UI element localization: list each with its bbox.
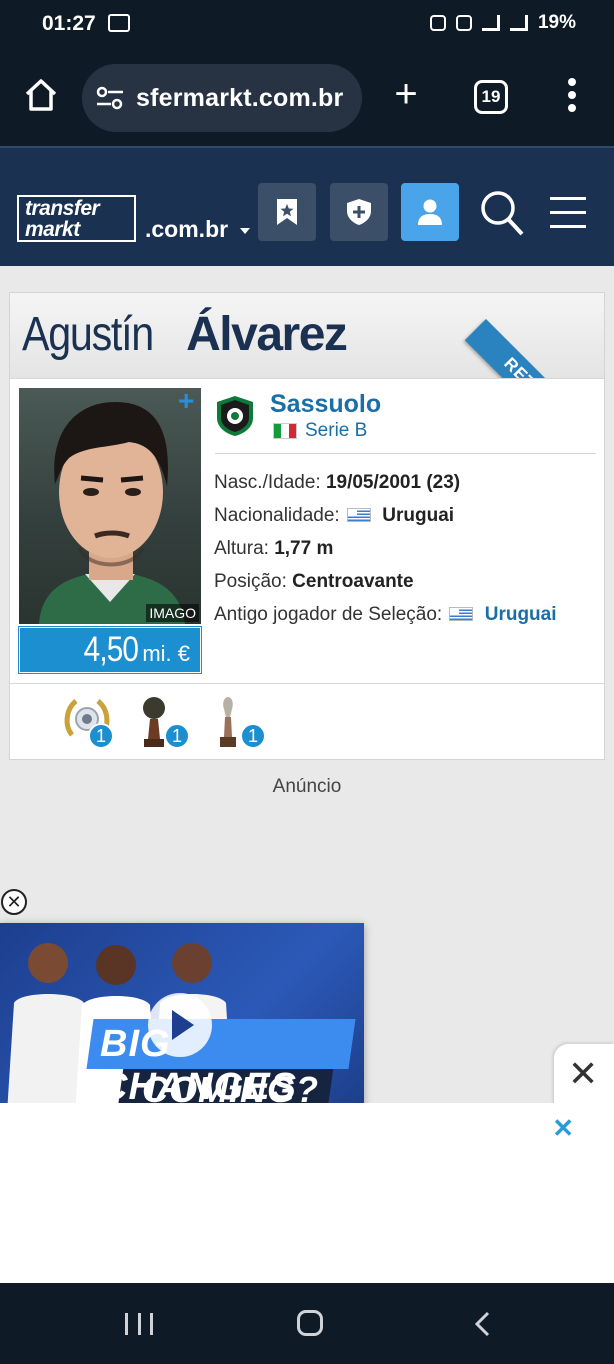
alarm-icon [429, 15, 446, 31]
status-bar: 01:27 19% [0, 0, 614, 50]
trophy-count: 1 [240, 723, 266, 749]
browser-toolbar: sfermarkt.com.br + 19 [0, 50, 614, 146]
position-value: Centroavante [292, 571, 414, 592]
market-value-unit: mi. € [142, 641, 190, 666]
position-row: Posição: Centroavante [214, 571, 414, 593]
former-national-row: Antigo jogador de Seleção: Uruguai [214, 604, 557, 626]
add-photo-icon[interactable]: + [178, 387, 194, 415]
banner-close-button[interactable]: ✕ [554, 1044, 614, 1106]
photo-credit: IMAGO [146, 604, 199, 622]
hamburger-menu-icon[interactable] [550, 197, 586, 229]
system-nav-bar [0, 1283, 614, 1364]
site-settings-icon[interactable] [96, 86, 124, 110]
birth-row: Nasc./Idade: 19/05/2001 (23) [214, 472, 460, 494]
logo-line2: markt [25, 218, 80, 241]
browser-menu-button[interactable] [564, 76, 580, 116]
national-team-link[interactable]: Uruguai [485, 604, 557, 625]
height-value: 1,77 m [274, 538, 334, 559]
ad-label: Anúncio [272, 776, 342, 797]
player-last-name: Álvarez [186, 308, 348, 361]
video-ad[interactable]: BIG CHANGES COMING? [0, 923, 364, 1129]
search-icon[interactable] [480, 190, 524, 236]
former-national-label: Antigo jogador de Seleção: [214, 604, 443, 625]
screen-record-icon [108, 14, 130, 32]
height-label: Altura: [214, 538, 269, 559]
trophy-item[interactable]: 1 [214, 695, 274, 751]
trophy-count: 1 [88, 723, 114, 749]
banner-ad[interactable]: ✕ [0, 1103, 614, 1283]
trophy-divider [10, 683, 604, 684]
uruguay-flag-icon [346, 508, 371, 522]
player-name-header: Agustín Álvarez RETORNO [10, 293, 604, 379]
height-row: Altura: 1,77 m [214, 538, 333, 560]
url-text: sfermarkt.com.br [136, 84, 344, 112]
back-icon[interactable] [474, 1311, 490, 1337]
user-icon [418, 199, 442, 225]
battery-percent: 19% [537, 12, 576, 33]
chevron-down-icon[interactable] [240, 228, 250, 234]
mute-icon [455, 15, 472, 31]
address-bar[interactable]: sfermarkt.com.br [82, 64, 362, 132]
market-value-box[interactable]: 4,50 mi. € [18, 626, 202, 674]
video-ad-close-button[interactable]: ✕ [1, 889, 27, 915]
shield-plus-icon [347, 199, 371, 225]
play-icon[interactable] [148, 993, 212, 1057]
domain-selector[interactable]: .com.br [145, 216, 228, 243]
birth-value: 19/05/2001 (23) [325, 472, 461, 493]
club-divider [215, 453, 596, 454]
nationality-row: Nacionalidade: Uruguai [214, 505, 454, 527]
market-value: 4,50 [83, 630, 138, 669]
position-label: Posição: [214, 571, 287, 592]
player-first-name: Agustín [22, 308, 154, 361]
trophy-item[interactable]: 1 [62, 695, 122, 751]
trophy-count: 1 [164, 723, 190, 749]
player-photo[interactable]: IMAGO [19, 388, 201, 624]
status-icons: 19% [429, 12, 576, 34]
birth-label: Nasc./Idade: [214, 472, 321, 493]
home-nav-icon[interactable] [297, 1310, 323, 1336]
new-tab-button[interactable]: + [390, 74, 422, 114]
user-account-button[interactable] [401, 183, 459, 241]
nationality-value: Uruguai [382, 505, 455, 526]
adchoices-close-icon[interactable]: ✕ [552, 1113, 574, 1144]
site-header: transfer markt .com.br [0, 146, 614, 266]
return-ribbon: RETORNO [464, 319, 604, 378]
nationality-label: Nacionalidade: [214, 505, 340, 526]
player-portrait [39, 402, 185, 624]
player-name: Agustín Álvarez [22, 307, 348, 362]
home-icon[interactable] [24, 78, 58, 112]
league-link[interactable]: Serie B [305, 420, 367, 442]
italy-flag-icon [273, 423, 297, 439]
club-shield-button[interactable] [330, 183, 388, 241]
club-link[interactable]: Sassuolo [270, 390, 381, 419]
trophy-item[interactable]: 1 [138, 695, 198, 751]
transfermarkt-logo[interactable]: transfer markt [17, 195, 136, 242]
signal-icon [509, 15, 528, 31]
close-icon: ✕ [568, 1053, 599, 1094]
recents-icon[interactable] [125, 1313, 153, 1335]
watchlist-button[interactable] [258, 183, 316, 241]
tab-switcher-button[interactable]: 19 [474, 80, 508, 114]
status-time: 01:27 [42, 12, 96, 35]
bookmark-star-icon [277, 199, 297, 225]
wifi-icon [481, 15, 500, 31]
uruguay-flag-icon [449, 607, 474, 621]
player-header-card: Agustín Álvarez RETORNO IMAGO + 4,50 mi.… [9, 292, 605, 760]
sassuolo-crest-icon[interactable] [215, 394, 255, 438]
